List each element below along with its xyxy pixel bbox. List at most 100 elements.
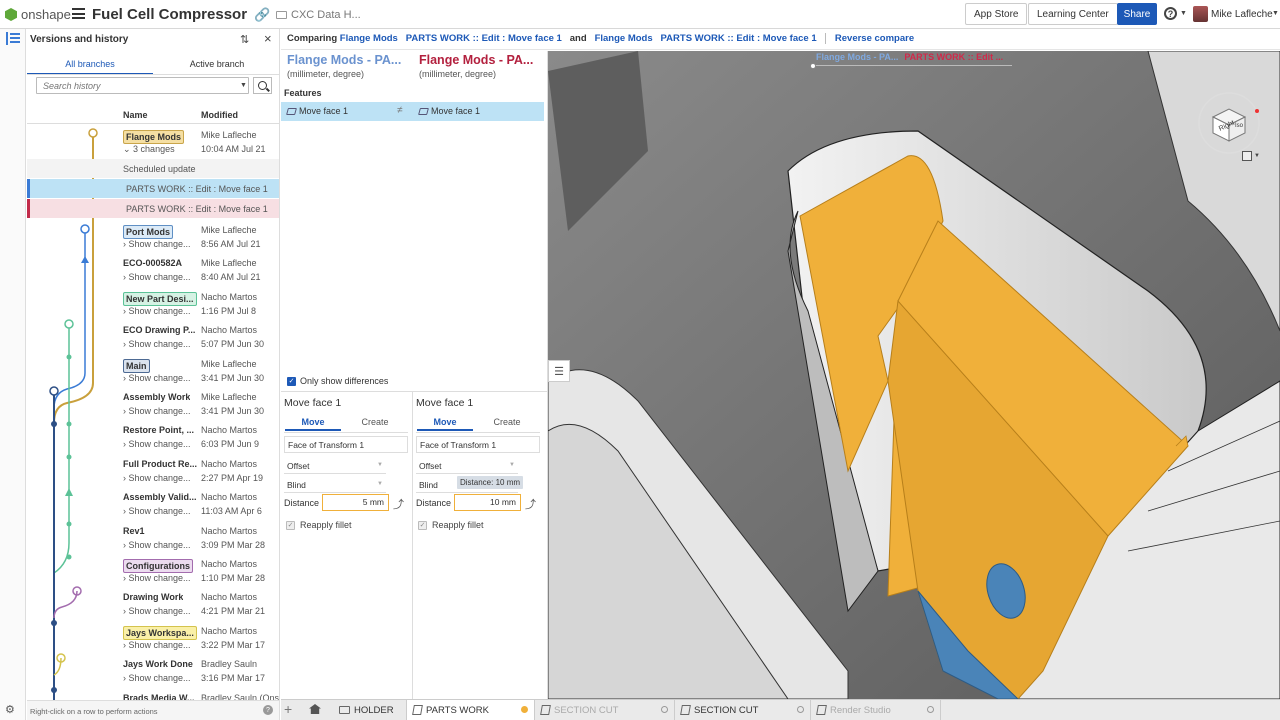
tab-move[interactable]: Move — [285, 417, 341, 431]
branch-tag[interactable]: Port Mods — [123, 225, 173, 239]
search-history-input[interactable] — [36, 77, 249, 94]
history-row[interactable]: Jays Workspa... › Show change... Nacho Mar… — [27, 621, 279, 654]
tab-create[interactable]: Create — [347, 417, 403, 427]
folder-breadcrumb[interactable]: CXC Data H... — [276, 9, 361, 21]
help-icon[interactable]: ? — [263, 705, 273, 715]
share-button[interactable]: Share — [1117, 3, 1157, 25]
user-name[interactable]: Mike Lafleche — [1211, 9, 1273, 20]
column-header-name[interactable]: Name — [123, 110, 148, 120]
history-row[interactable]: Brads Media W... Bradley Sauln (Ons — [27, 688, 279, 700]
learning-center-button[interactable]: Learning Center — [1028, 3, 1118, 25]
history-row[interactable]: New Part Desi... › Show change... Nacho Ma… — [27, 287, 279, 320]
history-row[interactable]: Rev1 › Show change... Nacho Martos 3:09 PM … — [27, 521, 279, 554]
feature-compare-row[interactable]: Move face 1 ≠ Move face 1 — [281, 102, 544, 121]
checkbox-checked-icon[interactable]: ✓ — [418, 520, 427, 530]
view-cube[interactable]: Right Iso — [1193, 87, 1263, 157]
search-button[interactable] — [253, 77, 272, 94]
version-name[interactable]: ECO Drawing P... — [123, 325, 195, 335]
flip-direction-icon[interactable]: ⤴ — [393, 496, 404, 512]
show-changes-toggle[interactable]: › Show change... — [123, 506, 191, 516]
history-row[interactable]: ECO Drawing P... › Show change... Nacho Ma… — [27, 320, 279, 353]
show-changes-toggle[interactable]: › Show change... — [123, 306, 191, 316]
tab-section-cut[interactable]: SECTION CUT — [675, 700, 811, 720]
version-name[interactable]: Restore Point, ... — [123, 425, 194, 435]
tab-render-studio[interactable]: Render Studio — [811, 700, 941, 720]
version-name[interactable]: Drawing Work — [123, 592, 183, 602]
tab-active-branch[interactable]: Active branch — [155, 59, 279, 69]
history-row[interactable]: Assembly Work › Show change... Mike Laflec… — [27, 387, 279, 420]
history-row[interactable]: Assembly Valid... › Show change... Nacho M… — [27, 487, 279, 520]
tab-move[interactable]: Move — [417, 417, 473, 431]
show-changes-toggle[interactable]: › Show change... — [123, 339, 191, 349]
show-changes-toggle[interactable]: › Show change... — [123, 473, 191, 483]
history-row[interactable]: Port Mods › Show change... Mike Lafleche 8:… — [27, 220, 279, 253]
compare-slider-track[interactable] — [812, 65, 1012, 66]
history-row[interactable]: Configurations › Show change... Nacho Mart… — [27, 554, 279, 587]
link-icon[interactable]: 🔗 — [254, 7, 270, 23]
sync-icon[interactable]: ⇅ — [240, 33, 249, 46]
history-row[interactable]: Flange Mods ⌄ 3 changes Mike Lafleche 10… — [27, 125, 279, 158]
checkbox-checked-icon[interactable]: ✓ — [287, 376, 296, 386]
compare-slider-handle[interactable] — [810, 63, 816, 69]
version-name[interactable]: Full Product Re... — [123, 459, 197, 469]
help-icon[interactable]: ? — [1164, 7, 1177, 20]
compare-a-branch-link[interactable]: Flange Mods — [340, 33, 398, 44]
show-changes-toggle[interactable]: › Show change... — [123, 439, 191, 449]
version-name[interactable]: Assembly Work — [123, 392, 190, 402]
avatar[interactable] — [1193, 6, 1208, 22]
move-type-select[interactable]: Offset ▼ — [284, 458, 386, 474]
history-row[interactable]: ECO-000582A › Show change... Mike Lafleche… — [27, 253, 279, 286]
reapply-fillet-checkbox[interactable]: ✓ Reapply fillet — [418, 520, 484, 530]
compare-change-a-row[interactable]: PARTS WORK :: Edit : Move face 1 — [27, 179, 279, 198]
search-chevron-down-icon[interactable]: ▼ — [240, 82, 247, 89]
move-type-select[interactable]: Offset ▼ — [416, 458, 518, 474]
version-name[interactable]: Rev1 — [123, 526, 145, 536]
feature-list-toggle-icon[interactable]: ☰ — [548, 360, 570, 382]
only-show-differences-checkbox[interactable]: ✓ Only show differences — [287, 376, 388, 386]
face-selection-field[interactable]: Face of Transform 1 — [416, 436, 540, 453]
show-changes-toggle[interactable]: › Show change... — [123, 406, 191, 416]
tab-all-branches[interactable]: All branches — [27, 59, 153, 75]
checkbox-checked-icon[interactable]: ✓ — [286, 520, 295, 530]
history-row[interactable]: Full Product Re... › Show change... Nacho … — [27, 454, 279, 487]
show-changes-toggle[interactable]: › Show change... — [123, 540, 191, 550]
version-name[interactable]: Brads Media W... — [123, 693, 195, 700]
tab-create[interactable]: Create — [479, 417, 535, 427]
branch-tag[interactable]: Flange Mods — [123, 130, 185, 144]
branch-tag[interactable]: Configurations — [123, 559, 193, 573]
history-row[interactable]: Jays Work Done › Show change... Bradley Sa… — [27, 654, 279, 687]
graphics-viewport[interactable]: Flange Mods - PA... PARTS WORK :: Edit ..… — [548, 51, 1280, 699]
history-row[interactable]: Main › Show change... Mike Lafleche 3:41 PM… — [27, 354, 279, 387]
end-type-select[interactable]: Blind▼ — [284, 477, 386, 493]
history-row[interactable]: Restore Point, ... › Show change... Nacho … — [27, 420, 279, 453]
onshape-logo[interactable]: onshape — [5, 7, 71, 22]
show-changes-toggle[interactable]: › Show change... — [123, 373, 191, 383]
distance-field[interactable]: 10 mm — [454, 494, 521, 511]
view-options-button[interactable]: ▼ — [1242, 149, 1264, 163]
changes-toggle[interactable]: ⌄ 3 changes — [123, 144, 175, 155]
document-title[interactable]: Fuel Cell Compressor — [92, 6, 247, 23]
history-row[interactable]: Drawing Work › Show change... Nacho Martos… — [27, 587, 279, 620]
scheduled-update-row[interactable]: Scheduled update — [27, 159, 279, 178]
compare-change-b-row[interactable]: PARTS WORK :: Edit : Move face 1 — [27, 199, 279, 218]
tab-holder[interactable]: HOLDER — [333, 700, 407, 720]
tab-parts-work[interactable]: PARTS WORK — [407, 700, 535, 720]
show-changes-toggle[interactable]: › Show change... — [123, 573, 191, 583]
show-changes-toggle[interactable]: › Show change... — [123, 239, 191, 249]
app-store-button[interactable]: App Store — [965, 3, 1028, 25]
tab-section-cut[interactable]: SECTION CUT — [535, 700, 675, 720]
branch-tag[interactable]: New Part Desi... — [123, 291, 197, 306]
settings-gear-icon[interactable]: ⚙ — [5, 703, 20, 716]
close-icon[interactable]: × — [264, 31, 272, 46]
distance-field[interactable]: 5 mm — [322, 494, 389, 511]
show-changes-toggle[interactable]: › Show change... — [123, 272, 191, 282]
reapply-fillet-checkbox[interactable]: ✓ Reapply fillet — [286, 520, 352, 530]
model-render[interactable] — [548, 51, 1280, 699]
show-changes-toggle[interactable]: › Show change... — [123, 673, 191, 683]
add-tab-icon[interactable]: + — [284, 701, 292, 717]
help-chevron-down-icon[interactable]: ▼ — [1180, 10, 1187, 17]
compare-b-change-link[interactable]: PARTS WORK :: Edit : Move face 1 — [661, 33, 817, 44]
version-name[interactable]: Jays Work Done — [123, 659, 193, 669]
home-icon[interactable] — [305, 702, 325, 718]
compare-a-change-link[interactable]: PARTS WORK :: Edit : Move face 1 — [406, 33, 562, 44]
